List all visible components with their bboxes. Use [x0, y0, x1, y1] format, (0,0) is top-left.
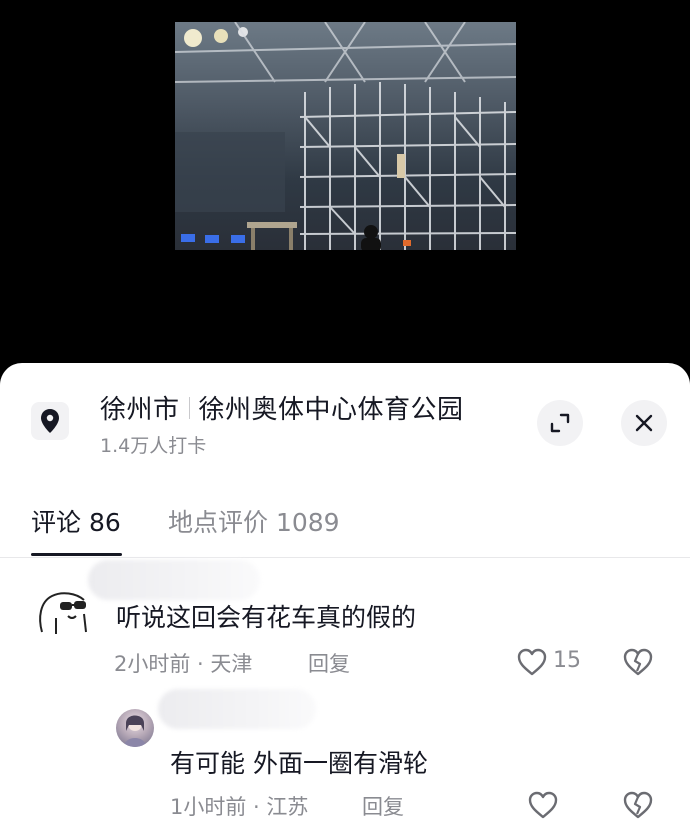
username-blurred — [158, 689, 316, 729]
reply-button[interactable]: 回复 — [362, 791, 404, 821]
heart-icon[interactable] — [516, 647, 548, 677]
checkin-count: 1.4万人打卡 — [100, 435, 207, 457]
reply-item: 有可能 外面一圈有滑轮 1小时前 · 江苏 回复 — [0, 689, 690, 828]
dislike-heart-icon[interactable] — [622, 790, 654, 820]
comment-region: 江苏 — [266, 795, 309, 819]
avatar[interactable] — [116, 709, 154, 747]
video-area[interactable] — [0, 0, 690, 370]
like-count: 15 — [553, 648, 581, 673]
comment-text: 有可能 外面一圈有滑轮 — [170, 749, 428, 778]
close-icon — [635, 414, 653, 432]
location-pin-icon — [31, 402, 69, 440]
tab-comments[interactable]: 评论 86 — [31, 503, 121, 539]
close-button[interactable] — [621, 400, 667, 446]
comment-text: 听说这回会有花车真的假的 — [116, 603, 417, 632]
comment-meta: 2小时前 · 天津 — [114, 652, 253, 676]
avatar[interactable] — [34, 588, 94, 638]
location-header: 徐州市 徐州奥体中心体育公园 1.4万人打卡 — [0, 363, 690, 473]
heart-icon[interactable] — [527, 790, 559, 820]
location-title[interactable]: 徐州市 徐州奥体中心体育公园 — [100, 389, 464, 426]
tab-bar: 评论 86 地点评价 1089 — [0, 503, 690, 558]
reply-button[interactable]: 回复 — [308, 648, 350, 678]
expand-icon — [550, 413, 570, 433]
tab-place-reviews[interactable]: 地点评价 1089 — [168, 503, 340, 539]
location-city: 徐州市 — [100, 395, 180, 425]
dislike-heart-icon[interactable] — [622, 647, 654, 677]
location-place: 徐州奥体中心体育公园 — [198, 395, 464, 425]
location-sheet: 徐州市 徐州奥体中心体育公园 1.4万人打卡 评论 86 地点评价 1089 听… — [0, 363, 690, 828]
comment-region: 天津 — [210, 652, 253, 676]
venue-photo — [175, 22, 516, 250]
comment-time: 2小时前 — [114, 652, 191, 676]
expand-button[interactable] — [537, 400, 583, 446]
active-tab-indicator — [31, 553, 122, 556]
title-divider — [188, 396, 190, 419]
username-blurred — [88, 560, 260, 600]
comment-item: 听说这回会有花车真的假的 2小时前 · 天津 回复 15 — [0, 558, 690, 693]
comment-time: 1小时前 — [170, 795, 247, 819]
comment-meta: 1小时前 · 江苏 — [170, 795, 309, 819]
